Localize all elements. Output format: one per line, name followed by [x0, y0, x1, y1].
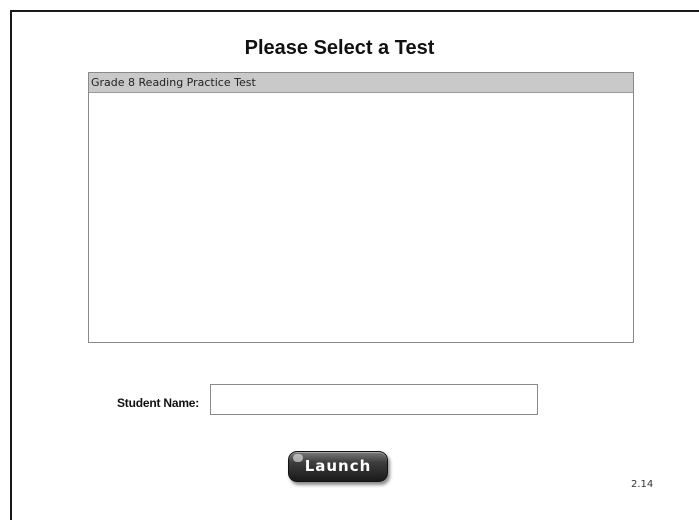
launch-button[interactable]: Launch [288, 451, 388, 482]
version-number: 2.14 [631, 479, 654, 490]
test-list[interactable]: Grade 8 Reading Practice Test [88, 72, 634, 343]
student-name-input[interactable] [210, 384, 538, 415]
page-title: Please Select a Test [244, 37, 435, 59]
launch-button-label: Launch [304, 457, 372, 475]
test-list-item[interactable]: Grade 8 Reading Practice Test [89, 73, 633, 93]
button-gloss [293, 454, 303, 462]
student-name-label: Student Name: [117, 396, 200, 410]
